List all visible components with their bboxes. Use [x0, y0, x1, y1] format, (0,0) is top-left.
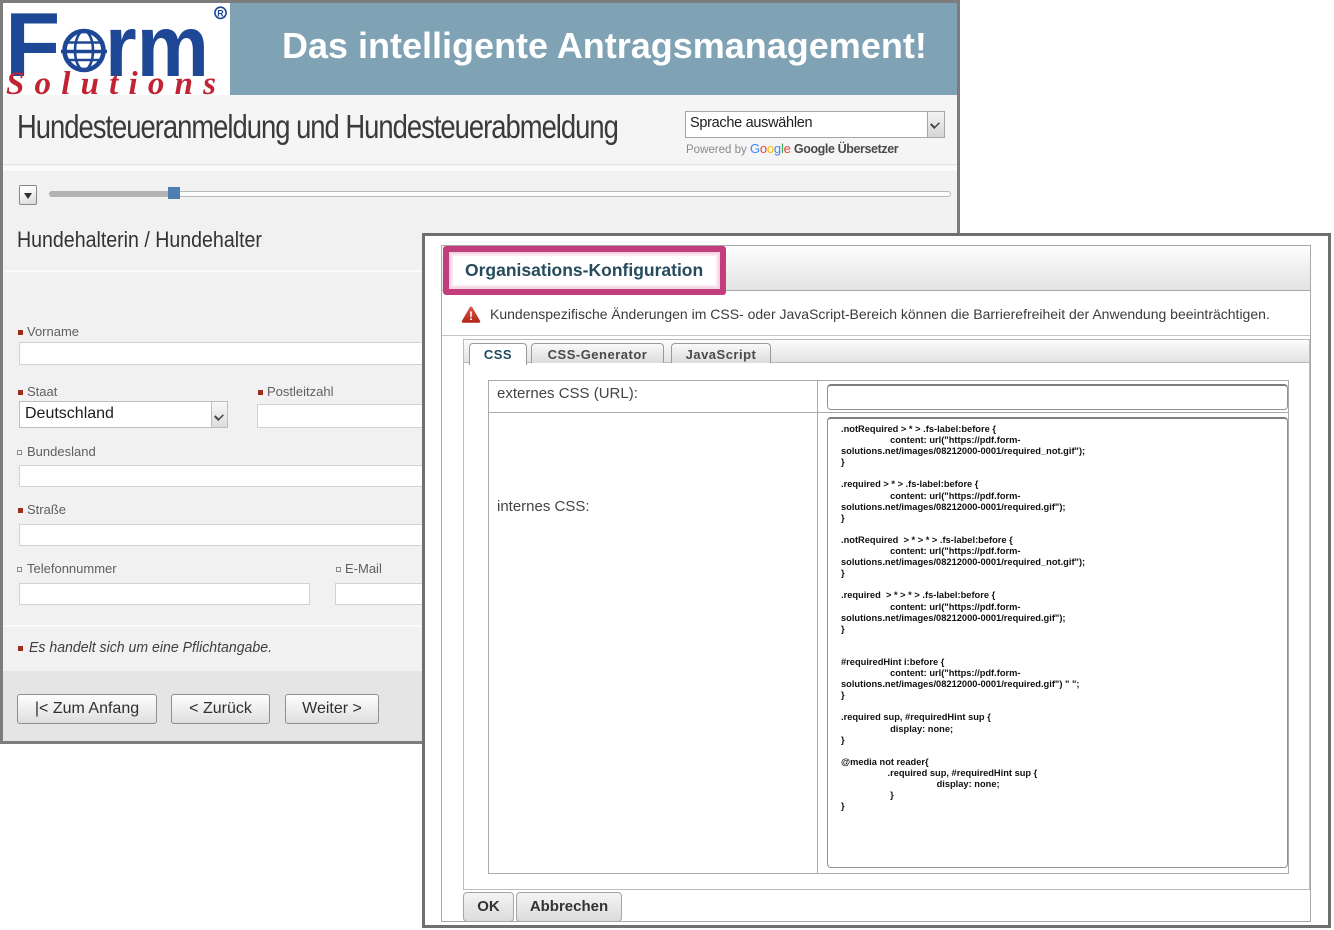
svg-text:R: R: [217, 8, 224, 18]
svg-text:!: !: [469, 310, 473, 323]
